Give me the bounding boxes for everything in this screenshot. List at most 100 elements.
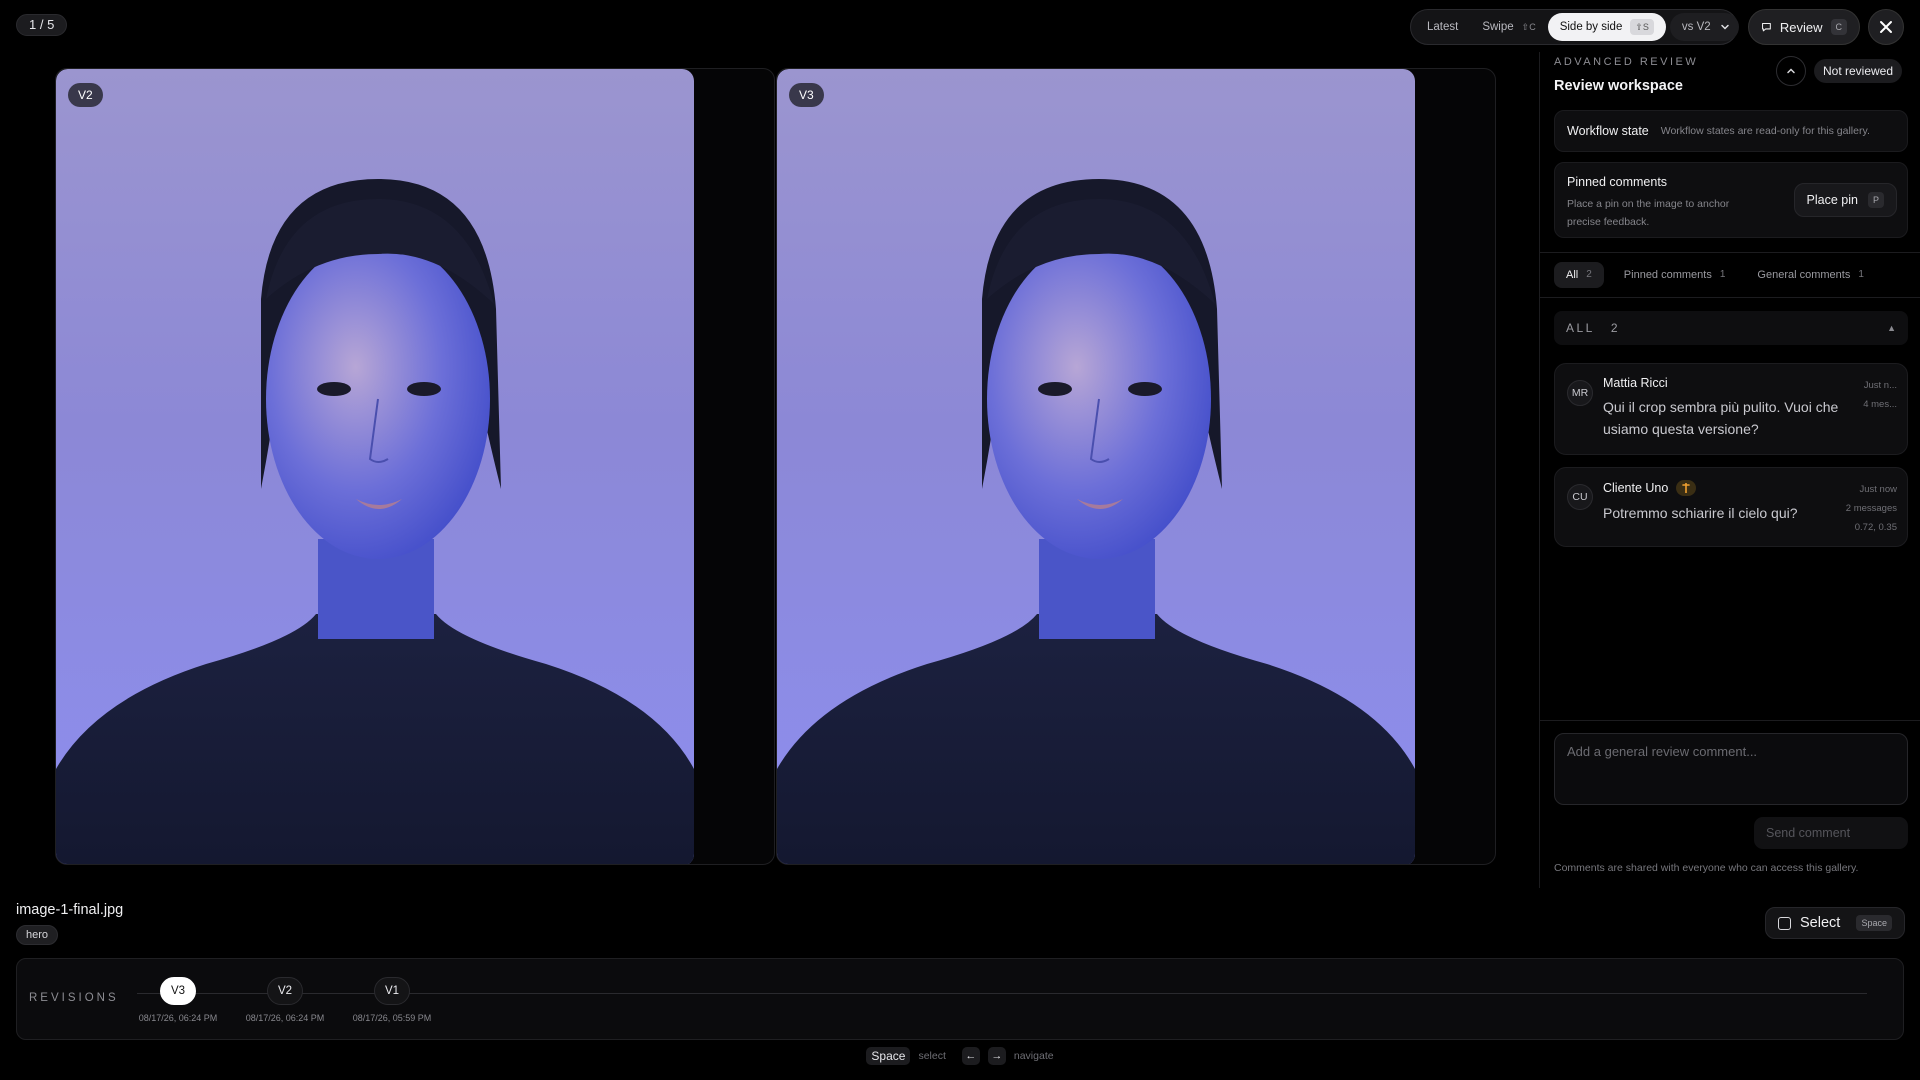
compare-version-select[interactable]: vs V2 xyxy=(1669,13,1739,41)
version-badge: V3 xyxy=(789,83,824,107)
divider xyxy=(1540,297,1920,298)
compare-pane-left[interactable]: V2 xyxy=(55,68,775,865)
view-mode-switcher: Latest Swipe ⇧C Side by side ⇧S vs V2 xyxy=(1410,9,1739,45)
comment-filter-tabs: All 2 Pinned comments 1 General comments 1 xyxy=(1554,262,1876,288)
tab-general-comments[interactable]: General comments 1 xyxy=(1745,262,1876,288)
keyboard-hints: Space select ← → navigate xyxy=(0,1047,1920,1065)
revisions-timeline: REVISIONS V3 08/17/26, 06:24 PM V2 08/17… xyxy=(16,958,1904,1040)
mode-swipe-label: Swipe xyxy=(1482,21,1514,33)
close-button[interactable] xyxy=(1868,9,1904,45)
portrait-illustration xyxy=(56,179,694,864)
mode-side-by-side-shortcut: ⇧S xyxy=(1630,19,1654,35)
chevron-down-icon xyxy=(1720,24,1729,30)
mode-side-by-side[interactable]: Side by side ⇧S xyxy=(1547,13,1666,41)
avatar: MR xyxy=(1567,380,1593,406)
send-comment-button[interactable]: Send comment xyxy=(1754,817,1908,849)
tab-pinned-comments[interactable]: Pinned comments 1 xyxy=(1612,262,1738,288)
comment-text: Potremmo schiarire il cielo qui? xyxy=(1603,505,1798,521)
review-button-label: Review xyxy=(1779,19,1823,35)
review-status-badge[interactable]: Not reviewed xyxy=(1814,59,1903,83)
tab-general-label: General comments xyxy=(1757,269,1851,281)
arrow-right-icon: → xyxy=(987,1047,1006,1065)
place-pin-label: Place pin xyxy=(1806,193,1858,207)
comment-message-count: 2 messages xyxy=(1845,503,1897,514)
review-panel: ADVANCED REVIEW Review workspace Not rev… xyxy=(1539,52,1920,888)
comment-item[interactable]: CU Cliente Uno Potremmo schiarire il cie… xyxy=(1554,467,1908,547)
revision-date: 08/17/26, 05:59 PM xyxy=(352,1013,432,1023)
tab-all-label: All xyxy=(1566,269,1579,281)
caret-up-icon: ▲ xyxy=(1887,323,1896,333)
tab-pinned-label: Pinned comments xyxy=(1623,269,1712,281)
review-toggle-button[interactable]: Review C xyxy=(1748,9,1860,45)
place-pin-shortcut: P xyxy=(1867,192,1884,208)
comment-author-name: Cliente Uno xyxy=(1603,481,1669,495)
mode-latest[interactable]: Latest xyxy=(1415,13,1470,41)
revision-chip[interactable]: V3 xyxy=(160,977,196,1005)
select-button[interactable]: Select Space xyxy=(1765,907,1905,939)
navigate-action-hint: navigate xyxy=(1013,1050,1054,1062)
pinned-comments-card: Pinned comments Place a pin on the image… xyxy=(1554,162,1908,238)
collapse-panel-button[interactable] xyxy=(1776,56,1806,86)
pinned-comments-description: Place a pin on the image to anchor preci… xyxy=(1567,198,1730,228)
file-name: image-1-final.jpg xyxy=(16,902,124,918)
tab-pinned-count: 1 xyxy=(1719,269,1726,280)
comment-message-count: 4 mes... xyxy=(1863,399,1897,410)
version-badge: V2 xyxy=(68,83,103,107)
comment-time: Just now xyxy=(1859,484,1898,495)
avatar: CU xyxy=(1567,484,1593,510)
file-tag[interactable]: hero xyxy=(16,925,59,945)
compare-pane-right[interactable]: V3 xyxy=(776,68,1496,865)
comments-section-header[interactable]: ALL 2 ▲ xyxy=(1554,311,1908,345)
portrait-image-v3 xyxy=(777,69,1415,864)
tab-all-count: 2 xyxy=(1586,269,1592,280)
panel-title: Review workspace xyxy=(1554,78,1683,94)
comment-author: Mattia Ricci xyxy=(1603,376,1895,390)
space-action-hint: select xyxy=(918,1050,946,1062)
compare-version-value: vs V2 xyxy=(1681,21,1711,33)
tab-all[interactable]: All 2 xyxy=(1554,262,1604,288)
comment-author-name: Mattia Ricci xyxy=(1603,376,1668,390)
revision-node-v1[interactable]: V1 08/17/26, 05:59 PM xyxy=(337,977,447,1023)
share-note: Comments are shared with everyone who ca… xyxy=(1554,862,1859,874)
mode-side-by-side-label: Side by side xyxy=(1559,21,1623,33)
comment-icon xyxy=(1762,22,1771,32)
arrow-left-icon: ← xyxy=(961,1047,980,1065)
revision-date: 08/17/26, 06:24 PM xyxy=(245,1013,325,1023)
comment-pin-coordinates: 0.72, 0.35 xyxy=(1854,522,1897,533)
close-icon xyxy=(1880,21,1892,33)
place-pin-button[interactable]: Place pin P xyxy=(1793,183,1897,217)
space-key-hint: Space xyxy=(866,1047,911,1065)
workflow-state-note: Workflow states are read-only for this g… xyxy=(1660,125,1870,137)
comment-meta: Just n... 4 mes... xyxy=(1863,376,1897,414)
divider xyxy=(1540,720,1920,721)
mode-swipe[interactable]: Swipe ⇧C xyxy=(1470,13,1547,41)
panel-eyebrow: ADVANCED REVIEW xyxy=(1554,56,1699,68)
select-button-shortcut: Space xyxy=(1856,915,1892,931)
portrait-illustration xyxy=(777,179,1415,864)
revisions-label: REVISIONS xyxy=(29,992,119,1004)
pin-icon xyxy=(1676,480,1697,496)
revision-node-v3[interactable]: V3 08/17/26, 06:24 PM xyxy=(123,977,233,1023)
mode-latest-label: Latest xyxy=(1427,21,1459,33)
revision-date: 08/17/26, 06:24 PM xyxy=(138,1013,218,1023)
review-button-shortcut: C xyxy=(1830,19,1847,35)
tab-general-count: 1 xyxy=(1858,269,1864,280)
divider xyxy=(1540,252,1920,253)
comment-meta: Just now 2 messages 0.72, 0.35 xyxy=(1846,480,1897,537)
section-label: ALL xyxy=(1566,321,1595,335)
chevron-up-icon xyxy=(1787,68,1795,74)
comment-text: Qui il crop sembra più pulito. Vuoi che … xyxy=(1603,399,1839,437)
section-count: 2 xyxy=(1610,321,1621,335)
workflow-state-title: Workflow state xyxy=(1567,124,1649,138)
comment-time: Just n... xyxy=(1863,380,1897,391)
revision-chip[interactable]: V2 xyxy=(267,977,303,1005)
portrait-image-v2 xyxy=(56,69,694,864)
checkbox-icon xyxy=(1778,916,1791,930)
select-button-label: Select xyxy=(1800,915,1841,931)
revision-node-v2[interactable]: V2 08/17/26, 06:24 PM xyxy=(230,977,340,1023)
mode-swipe-shortcut: ⇧C xyxy=(1521,22,1536,32)
image-counter: 1 / 5 xyxy=(16,14,68,36)
general-comment-input[interactable]: Add a general review comment... xyxy=(1554,733,1908,805)
revision-chip[interactable]: V1 xyxy=(374,977,410,1005)
comment-item[interactable]: MR Mattia Ricci Qui il crop sembra più p… xyxy=(1554,363,1908,455)
